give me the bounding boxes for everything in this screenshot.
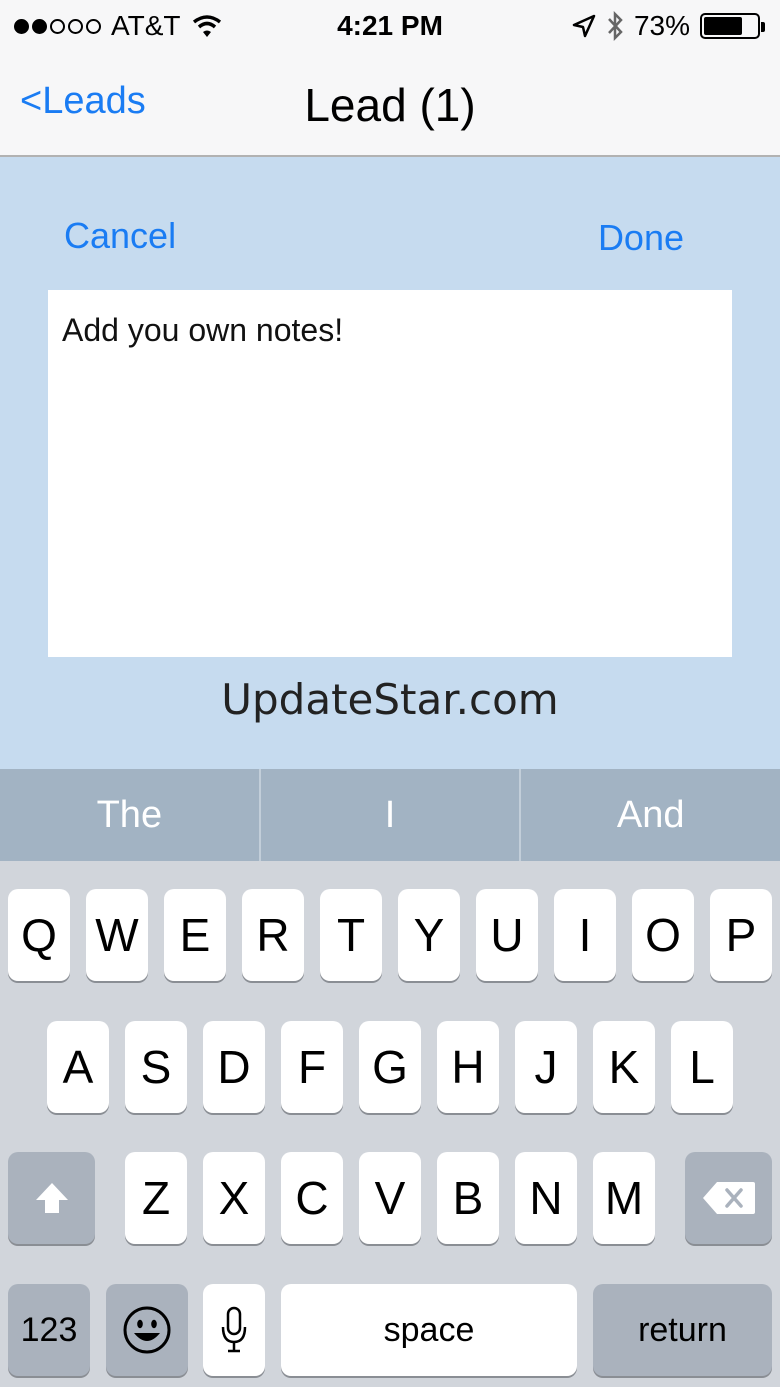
key-t[interactable]: T: [320, 889, 382, 981]
return-key[interactable]: return: [593, 1284, 772, 1376]
key-f[interactable]: F: [281, 1021, 343, 1113]
key-m[interactable]: M: [593, 1152, 655, 1244]
key-g[interactable]: G: [359, 1021, 421, 1113]
microphone-icon: [221, 1306, 247, 1353]
key-z[interactable]: Z: [125, 1152, 187, 1244]
location-arrow-icon: [572, 14, 596, 38]
numbers-key[interactable]: 123: [8, 1284, 90, 1376]
delete-key[interactable]: [685, 1152, 772, 1244]
battery-icon: [700, 13, 765, 39]
shift-icon: [35, 1183, 68, 1213]
notes-editor: Cancel Done Add you own notes! UpdateSta…: [0, 157, 780, 769]
emoji-icon: [123, 1306, 171, 1354]
microphone-key[interactable]: [203, 1284, 265, 1376]
key-b[interactable]: B: [437, 1152, 499, 1244]
done-button[interactable]: Done: [598, 217, 684, 259]
bluetooth-icon: [608, 11, 623, 41]
key-n[interactable]: N: [515, 1152, 577, 1244]
predictive-suggestions-bar: The I And: [0, 769, 780, 861]
key-s[interactable]: S: [125, 1021, 187, 1113]
navigation-bar: <Leads Lead (1): [0, 52, 780, 157]
watermark-text: UpdateStar.com: [221, 675, 559, 724]
key-l[interactable]: L: [671, 1021, 733, 1113]
key-y[interactable]: Y: [398, 889, 460, 981]
key-x[interactable]: X: [203, 1152, 265, 1244]
key-v[interactable]: V: [359, 1152, 421, 1244]
status-right: 73%: [572, 10, 765, 42]
key-r[interactable]: R: [242, 889, 304, 981]
space-key[interactable]: space: [281, 1284, 577, 1376]
suggestion-1[interactable]: The: [0, 769, 261, 861]
key-p[interactable]: P: [710, 889, 772, 981]
key-i[interactable]: I: [554, 889, 616, 981]
key-a[interactable]: A: [47, 1021, 109, 1113]
key-c[interactable]: C: [281, 1152, 343, 1244]
key-o[interactable]: O: [632, 889, 694, 981]
page-title: Lead (1): [304, 79, 476, 131]
delete-icon: [702, 1182, 755, 1214]
key-w[interactable]: W: [86, 889, 148, 981]
status-bar: AT&T 4:21 PM 73%: [0, 0, 780, 52]
cancel-button[interactable]: Cancel: [64, 215, 176, 257]
key-k[interactable]: K: [593, 1021, 655, 1113]
key-e[interactable]: E: [164, 889, 226, 981]
key-q[interactable]: Q: [8, 889, 70, 981]
suggestion-3[interactable]: And: [521, 769, 780, 861]
key-d[interactable]: D: [203, 1021, 265, 1113]
notes-textarea[interactable]: Add you own notes!: [48, 290, 732, 657]
emoji-key[interactable]: [106, 1284, 188, 1376]
battery-fill: [704, 17, 742, 35]
battery-percent: 73%: [633, 10, 690, 41]
key-h[interactable]: H: [437, 1021, 499, 1113]
suggestion-2[interactable]: I: [261, 769, 522, 861]
shift-key[interactable]: [8, 1152, 95, 1244]
key-u[interactable]: U: [476, 889, 538, 981]
key-j[interactable]: J: [515, 1021, 577, 1113]
keyboard: Q W E R T Y U I O P A S D F G H J K L Z …: [0, 861, 780, 1387]
